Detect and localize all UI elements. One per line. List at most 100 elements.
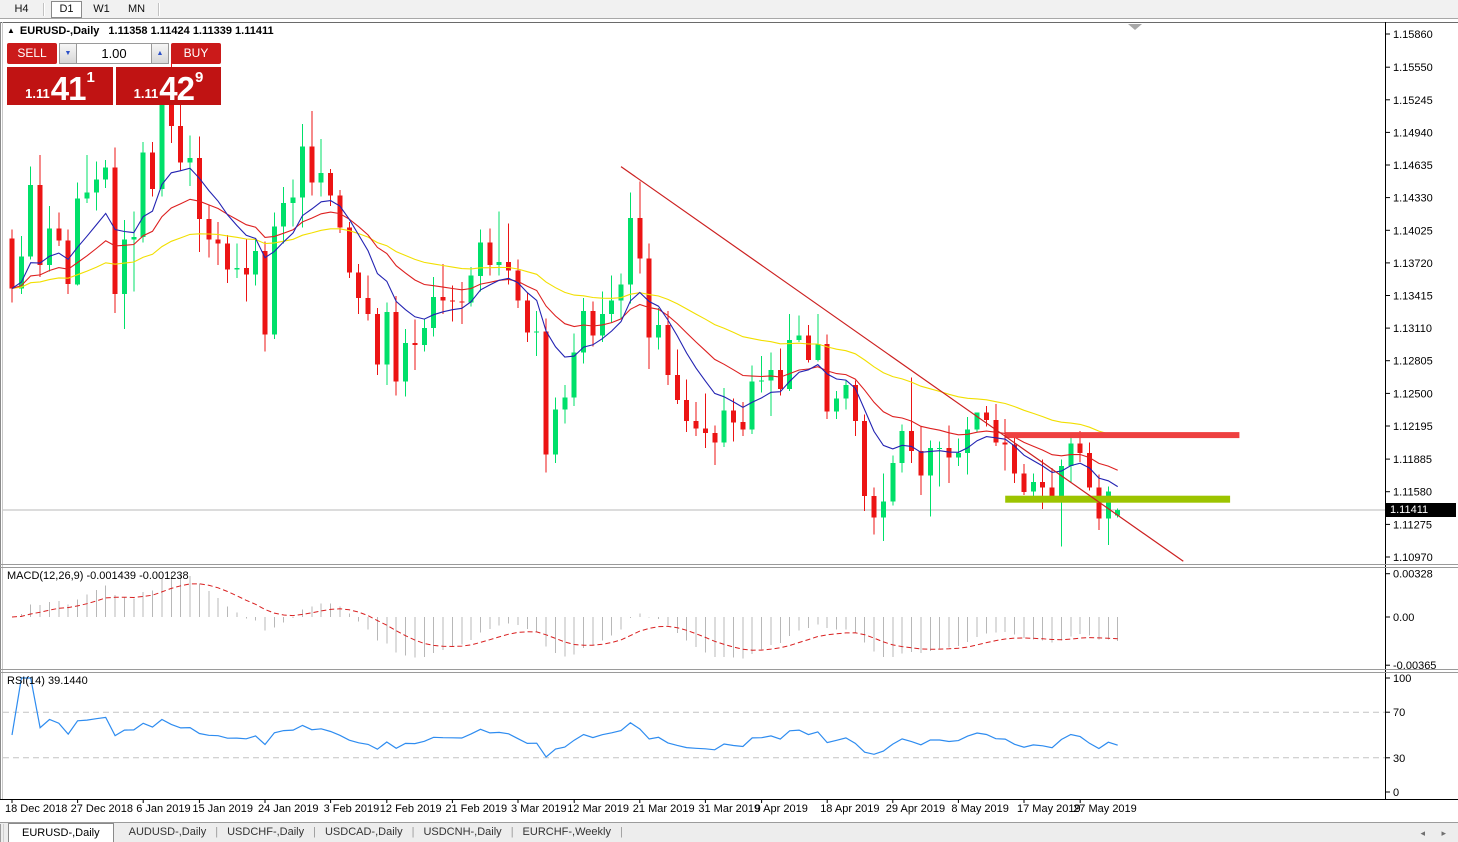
chart-symbol-title: EURUSD-,Daily	[20, 25, 99, 37]
candle-bullish	[900, 431, 905, 463]
symbol-tab-usdcad-daily[interactable]: USDCAD-,Daily	[316, 823, 412, 842]
sell-price-display[interactable]: 1.11 41 1	[7, 67, 113, 105]
candle-bullish	[281, 203, 286, 227]
volume-input[interactable]: 1.00	[77, 43, 151, 64]
timeframe-button-w1[interactable]: W1	[86, 1, 117, 18]
date-tick-label: 12 Feb 2019	[380, 803, 442, 815]
candle-bearish	[1012, 445, 1017, 474]
candle-bullish	[403, 343, 408, 382]
candle-bullish	[834, 399, 839, 412]
candle-bullish	[291, 198, 296, 203]
candle-bearish	[1003, 443, 1008, 445]
tabbar-left-edge	[0, 824, 4, 842]
date-tick-label: 21 Feb 2019	[445, 803, 507, 815]
ma-fast-line	[12, 168, 1118, 486]
rsi-tick-label: 30	[1393, 753, 1405, 765]
date-tick-label: 3 Mar 2019	[511, 803, 567, 815]
timeframe-toolbar: H4 D1W1MN	[0, 0, 1458, 19]
candle-bearish	[637, 218, 642, 259]
rsi-tick-label: 100	[1393, 673, 1411, 685]
chart-title: ▲EURUSD-,Daily1.11358 1.11424 1.11339 1.…	[7, 25, 274, 37]
timeframe-button-mn[interactable]: MN	[121, 1, 152, 18]
candle-bearish	[694, 421, 699, 429]
candle-bullish	[562, 398, 567, 410]
pane-frames-layer	[0, 22, 1458, 800]
tabs-scroll-left-icon[interactable]: ◂	[1420, 828, 1425, 839]
candle-bearish	[328, 173, 333, 196]
candle-bearish	[244, 268, 249, 274]
candle-bullish	[965, 430, 970, 454]
tab-separator: |	[620, 823, 623, 842]
date-tick-label: 6 Jan 2019	[136, 803, 190, 815]
price-tick-label: 1.13415	[1393, 291, 1433, 303]
volume-increase-button[interactable]: ▲	[151, 43, 169, 64]
support-line[interactable]	[1005, 496, 1230, 503]
candle-bullish	[553, 409, 558, 454]
sell-button[interactable]: SELL	[7, 43, 57, 64]
candle-bullish	[956, 453, 961, 457]
candle-bearish	[412, 343, 417, 345]
resistance-line[interactable]	[1005, 432, 1239, 438]
candle-bearish	[441, 297, 446, 300]
date-tick-label: 18 Apr 2019	[820, 803, 879, 815]
date-tick-label: 31 Mar 2019	[698, 803, 760, 815]
candle-bearish	[262, 251, 267, 334]
price-tick-label: 1.14330	[1393, 193, 1433, 205]
candle-bearish	[225, 244, 230, 270]
candle-bearish	[862, 421, 867, 496]
price-tick-label: 1.14025	[1393, 225, 1433, 237]
chart-canvas[interactable]: 1.158601.155501.152451.149401.146351.143…	[0, 19, 1458, 822]
candle-bullish	[572, 353, 577, 398]
rsi-indicator-label: RSI(14) 39.1440	[7, 675, 88, 687]
symbol-tab-usdchf-daily[interactable]: USDCHF-,Daily	[218, 823, 313, 842]
ma-mid-line	[12, 199, 1118, 470]
candle-bullish	[609, 300, 614, 314]
symbol-tab-usdcnh-daily[interactable]: USDCNH-,Daily	[414, 823, 510, 842]
candle-bearish	[366, 298, 371, 314]
date-tick-label: 17 May 2019	[1017, 803, 1081, 815]
one-click-trade-panel: SELL ▼ 1.00 ▲ BUY 1.11 41 1 1.11 42 9	[7, 43, 221, 105]
candle-bearish	[10, 238, 15, 288]
tabs-scroll-right-icon[interactable]: ▸	[1441, 828, 1446, 839]
candle-bullish	[384, 312, 389, 364]
price-tick-label: 1.10970	[1393, 552, 1433, 564]
candle-bearish	[216, 239, 221, 243]
volume-decrease-button[interactable]: ▼	[59, 43, 77, 64]
price-tick-label: 1.13110	[1393, 323, 1432, 335]
symbol-tab-eurchf-weekly[interactable]: EURCHF-,Weekly	[514, 823, 620, 842]
date-tick-label: 12 Mar 2019	[567, 803, 629, 815]
moving-averages-layer	[12, 168, 1118, 486]
candle-bearish	[1078, 444, 1083, 454]
candle-bullish	[431, 297, 436, 328]
symbol-tabbar: ◂ ▸ EURUSD-,Daily AUDUSD-,Daily | USDCHF-,D…	[0, 822, 1458, 842]
price-tick-label: 1.14940	[1393, 127, 1433, 139]
rsi-tick-label: 70	[1393, 707, 1405, 719]
candle-bullish	[103, 168, 108, 180]
descending-trendline[interactable]	[621, 167, 1183, 562]
buy-price-display[interactable]: 1.11 42 9	[116, 67, 221, 105]
timeframe-button-h4[interactable]: H4	[6, 1, 37, 18]
candle-bearish	[206, 219, 211, 239]
buy-price-big: 42	[159, 74, 194, 103]
candle-bearish	[712, 433, 717, 443]
candle-bullish	[47, 229, 52, 265]
candles-layer	[10, 51, 1121, 546]
date-tick-label: 21 Mar 2019	[633, 803, 695, 815]
price-tick-label: 1.13720	[1393, 258, 1433, 270]
candle-bearish	[684, 400, 689, 421]
candle-bullish	[84, 192, 89, 198]
date-tick-label: 18 Dec 2018	[5, 803, 67, 815]
candle-bearish	[525, 300, 530, 332]
scroll-to-end-marker-icon[interactable]	[1128, 24, 1142, 30]
symbol-tab-audusd-daily[interactable]: AUDUSD-,Daily	[120, 823, 216, 842]
date-tick-label: 9 Apr 2019	[755, 803, 808, 815]
candle-bullish	[628, 218, 633, 284]
rsi-pane-layer	[3, 678, 1385, 758]
buy-button[interactable]: BUY	[171, 43, 221, 64]
candle-bearish	[356, 273, 361, 299]
symbol-tab-eurusd-daily[interactable]: EURUSD-,Daily	[8, 823, 114, 842]
candle-bearish	[731, 411, 736, 423]
timeframe-button-d1[interactable]: D1	[51, 1, 82, 18]
candle-bearish	[675, 375, 680, 400]
date-tick-label: 27 May 2019	[1073, 803, 1137, 815]
